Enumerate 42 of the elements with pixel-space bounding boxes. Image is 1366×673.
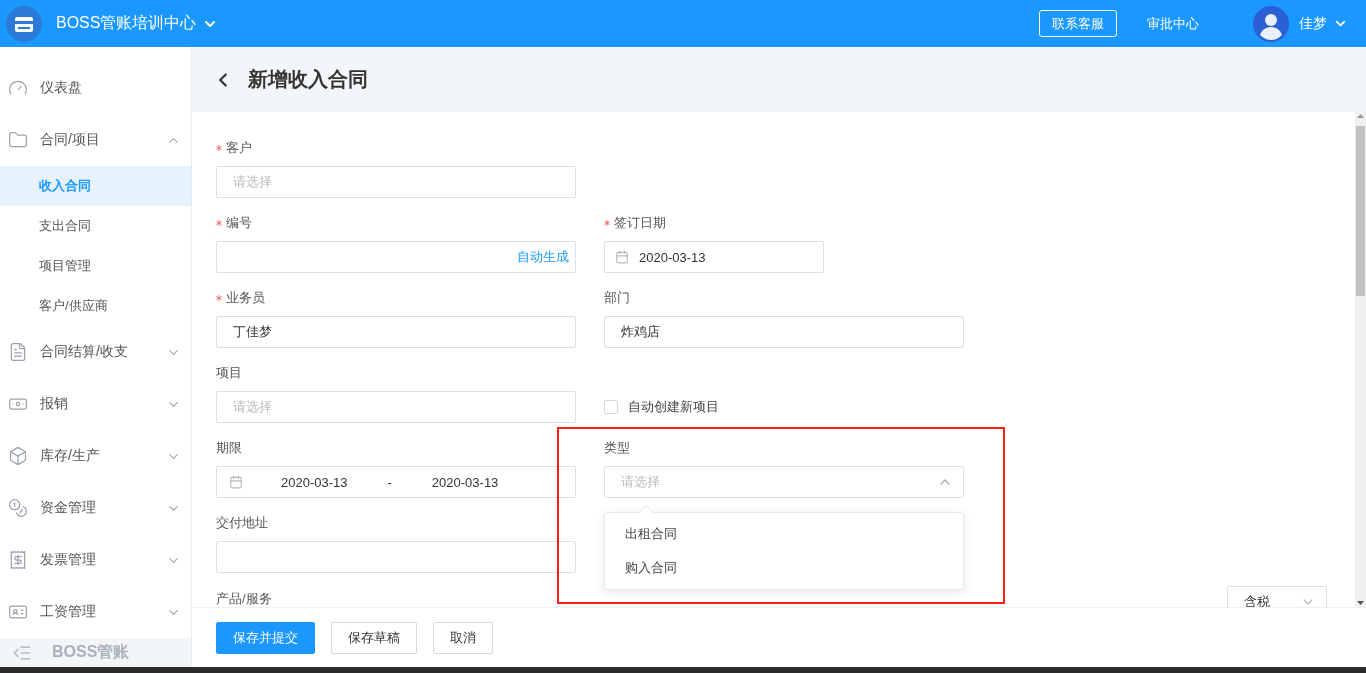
coins-icon <box>8 498 28 518</box>
field-label: 部门 <box>604 289 630 307</box>
sidebar-item[interactable]: 合同/项目 <box>0 114 191 166</box>
field-label: 项目 <box>216 364 242 382</box>
input-field[interactable]: 炸鸡店 <box>604 316 964 348</box>
dropdown-option[interactable]: 出租合同 <box>605 517 963 551</box>
field-label: 客户 <box>226 139 252 157</box>
field-label: 编号 <box>226 214 252 232</box>
sidebar-item[interactable]: 发票管理 <box>0 534 191 586</box>
receipt-icon <box>8 550 28 570</box>
date-range-field[interactable]: 2020-03-13 - 2020-03-13 <box>216 466 576 498</box>
store-logo-icon <box>6 5 42 42</box>
input-field[interactable]: 丁佳梦 <box>216 316 576 348</box>
sidebar-item[interactable]: 合同结算/收支 <box>0 326 191 378</box>
sidebar-item[interactable]: 库存/生产 <box>0 430 191 482</box>
checkbox-label: 自动创建新项目 <box>628 398 719 416</box>
checkbox[interactable] <box>604 400 618 414</box>
action-button[interactable]: 取消 <box>433 621 493 654</box>
field-label: 业务员 <box>226 289 265 307</box>
sidebar-item[interactable]: 工资管理 <box>0 586 191 638</box>
document-icon <box>8 342 28 362</box>
field-label: 交付地址 <box>216 514 268 532</box>
field-label: 类型 <box>604 439 630 457</box>
scrollbar[interactable] <box>1355 112 1366 607</box>
page-title: 新增收入合同 <box>248 67 368 92</box>
collapse-label: BOSS管账 <box>52 642 130 662</box>
box-icon <box>8 446 28 466</box>
date-field[interactable]: 2020-03-13 <box>604 241 824 273</box>
sidebar-item[interactable]: 仪表盘 <box>0 62 191 114</box>
action-button[interactable]: 保存草稿 <box>331 621 417 654</box>
calendar-icon <box>615 250 629 264</box>
sidebar-item[interactable]: 报销 <box>0 378 191 430</box>
calendar-icon <box>229 475 243 489</box>
dropdown-option[interactable]: 购入合同 <box>605 551 963 585</box>
input-field[interactable] <box>216 541 576 573</box>
avatar-icon[interactable] <box>1253 5 1289 42</box>
folder-icon <box>8 130 28 150</box>
section-label: 产品/服务 <box>216 590 272 607</box>
sidebar-item[interactable]: 资金管理 <box>0 482 191 534</box>
field-label: 期限 <box>216 439 242 457</box>
field-label: 签订日期 <box>614 214 666 232</box>
scroll-up-icon[interactable] <box>1356 112 1365 120</box>
